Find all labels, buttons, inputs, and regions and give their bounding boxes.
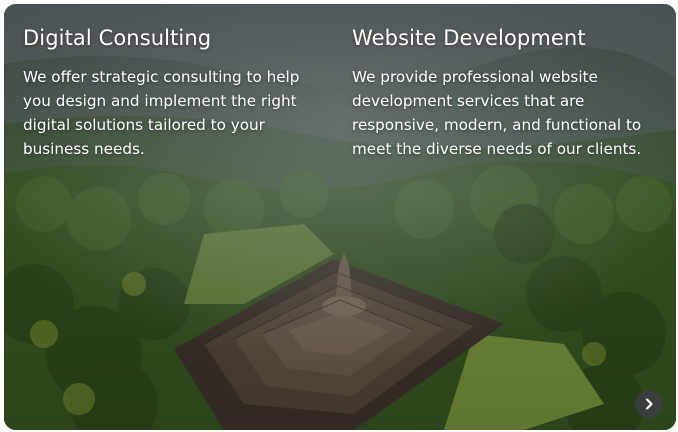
service-description: We provide professional website developm… <box>352 68 642 158</box>
service-title: Website Development <box>352 26 586 50</box>
service-slide: Digital Consulting We offer strategic co… <box>4 4 676 430</box>
services-list: Digital Consulting We offer strategic co… <box>4 4 676 174</box>
service-title: Digital Consulting <box>23 26 212 50</box>
carousel-next-button[interactable] <box>635 390 663 418</box>
service-description: We offer strategic consulting to help yo… <box>23 68 300 158</box>
service-digital-consulting: Digital Consulting We offer strategic co… <box>23 24 328 161</box>
chevron-right-icon <box>645 398 653 410</box>
service-website-development: Website Development We provide professio… <box>352 24 664 161</box>
